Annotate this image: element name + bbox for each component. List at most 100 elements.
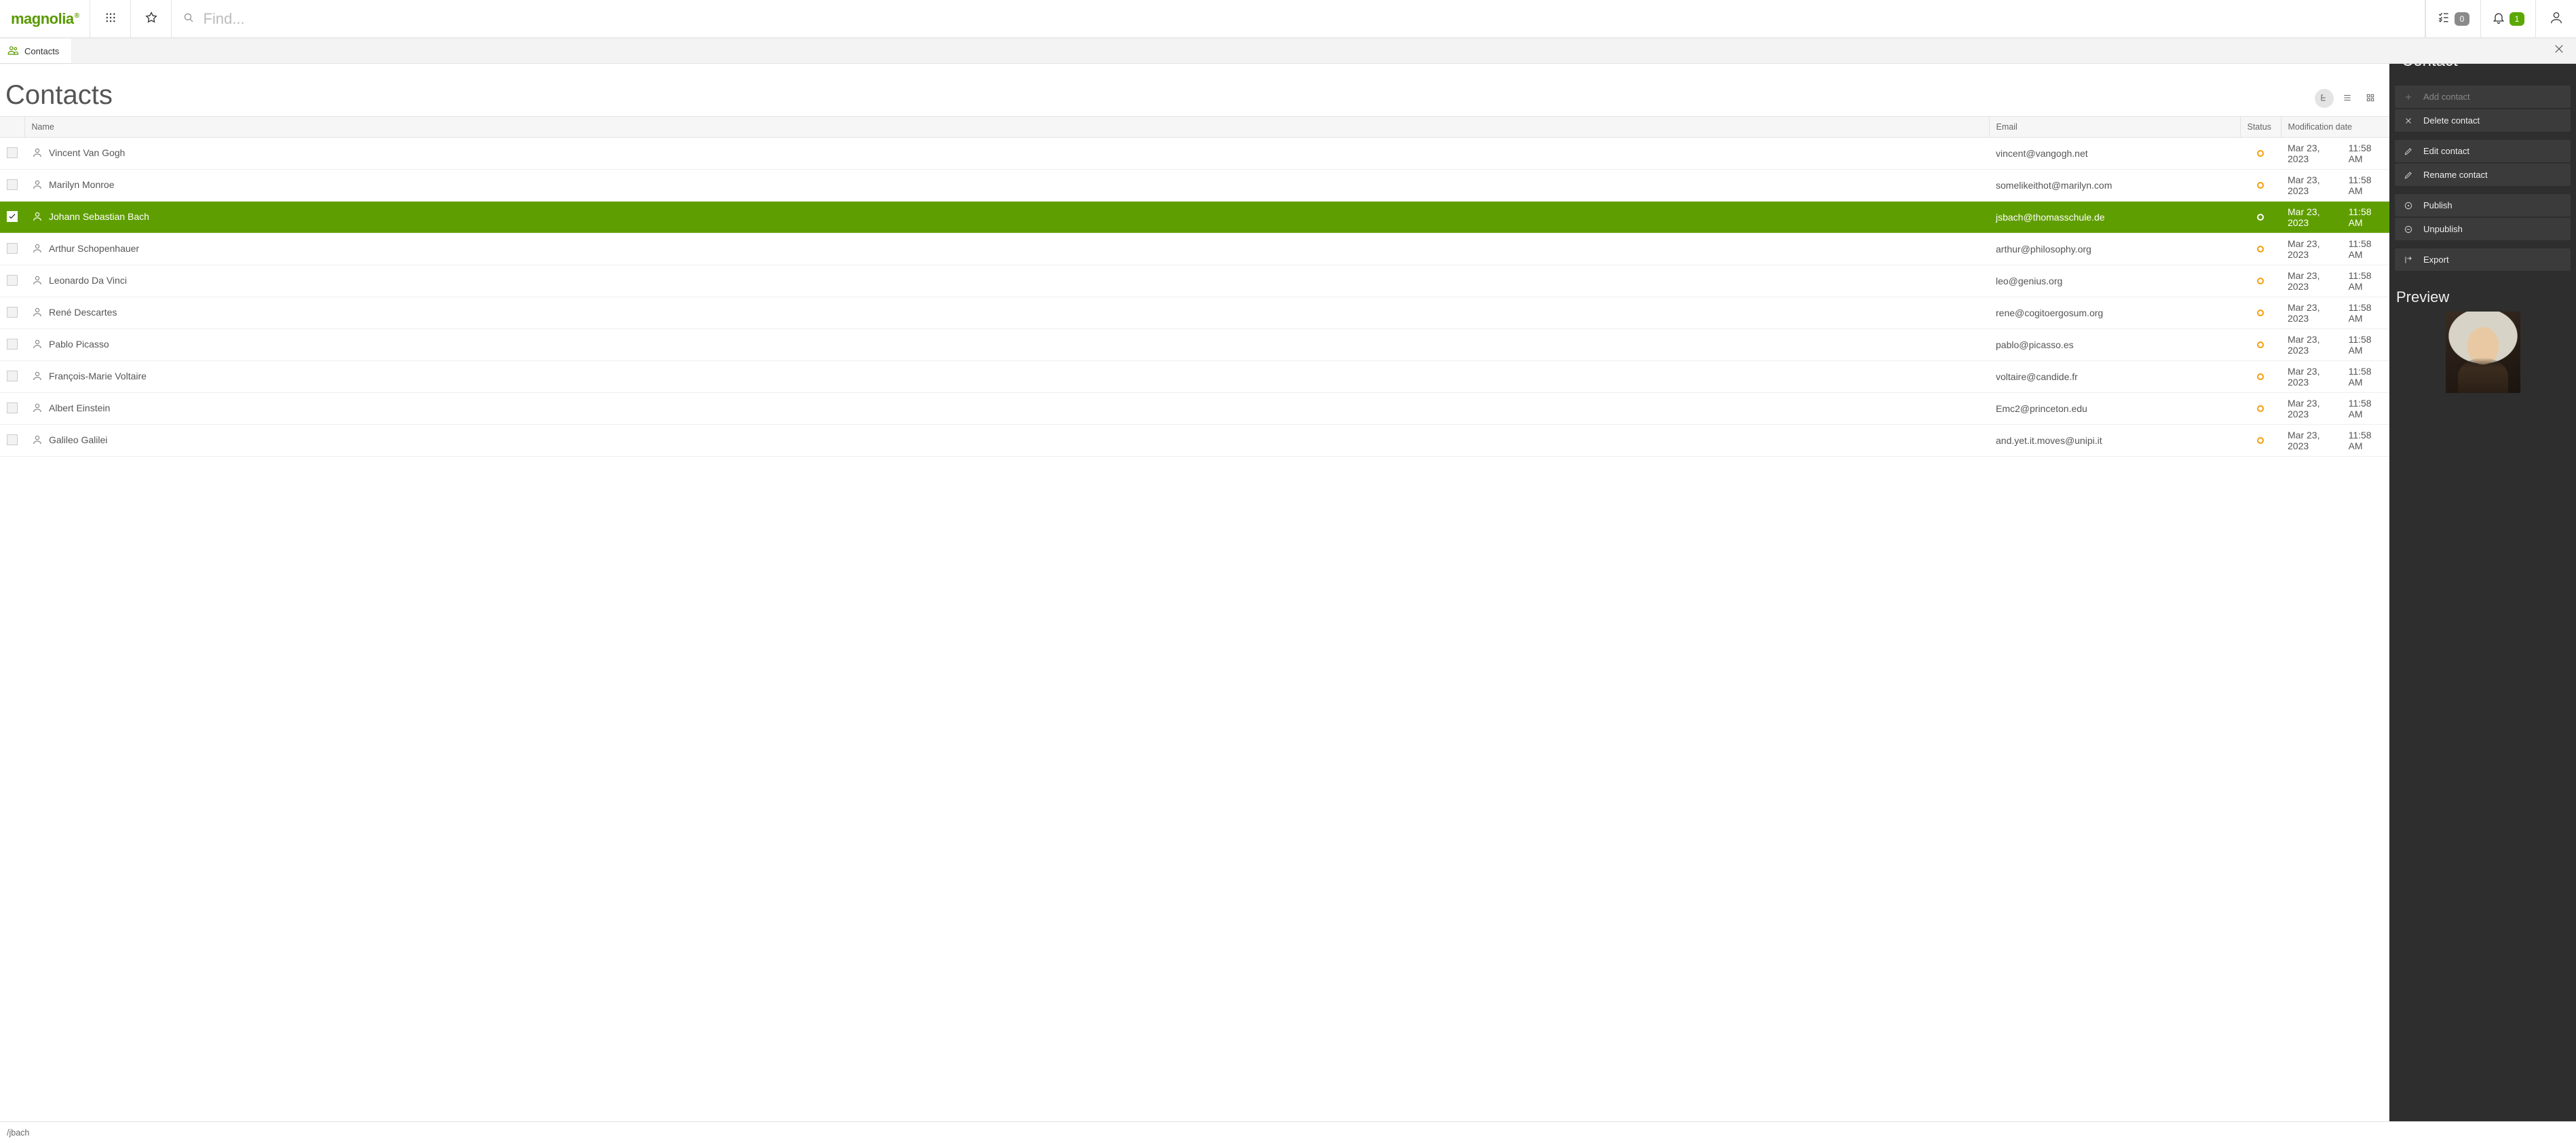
preview-image-wrap (2389, 312, 2576, 402)
row-checkbox[interactable] (7, 179, 18, 190)
contact-email: somelikeithot@marilyn.com (1996, 180, 2112, 191)
row-checkbox[interactable] (7, 307, 18, 318)
search-input[interactable] (202, 10, 2414, 29)
row-checkbox[interactable] (7, 275, 18, 286)
tasks-count-badge: 0 (2455, 12, 2469, 26)
action-rename-contact[interactable]: Rename contact (2395, 164, 2571, 186)
contact-name: Leonardo Da Vinci (49, 275, 127, 286)
column-header-status[interactable]: Status (2240, 117, 2281, 138)
row-checkbox[interactable] (7, 339, 18, 350)
action-label: Rename contact (2423, 170, 2488, 180)
status-bar: /jbach (0, 1121, 2576, 1143)
app-launcher-button[interactable] (90, 0, 131, 37)
person-icon (31, 182, 43, 193)
action-label: Delete contact (2423, 115, 2480, 126)
tasks-icon (2437, 11, 2450, 26)
tab-contacts[interactable]: Contacts (0, 39, 71, 63)
contact-name: Marilyn Monroe (49, 179, 114, 190)
row-checkbox[interactable] (7, 371, 18, 381)
action-label: Edit contact (2423, 146, 2469, 156)
tasks-button[interactable]: 0 (2425, 0, 2480, 37)
main-area: Contacts (0, 64, 2576, 1121)
contact-email: rene@cogitoergosum.org (1996, 307, 2103, 318)
table-row[interactable]: Pablo Picassopablo@picasso.esMar 23, 202… (0, 329, 2389, 361)
row-checkbox[interactable] (7, 402, 18, 413)
search-cell (172, 0, 2425, 37)
modified-time: 11:58 AM (2349, 398, 2383, 419)
person-icon (31, 278, 43, 288)
modified-date: Mar 23, 2023 (2288, 430, 2336, 451)
person-icon (31, 246, 43, 257)
contact-name: Galileo Galilei (49, 434, 107, 445)
favorites-button[interactable] (131, 0, 172, 37)
modified-date: Mar 23, 2023 (2288, 174, 2336, 196)
contact-name: Arthur Schopenhauer (49, 243, 139, 254)
person-icon (31, 310, 43, 320)
modified-date: Mar 23, 2023 (2288, 270, 2336, 292)
status-indicator (2257, 182, 2264, 189)
action-unpublish[interactable]: Unpublish (2395, 218, 2571, 240)
plus-icon (2403, 92, 2414, 102)
top-header: magnolia® 0 1 (0, 0, 2576, 38)
action-label: Unpublish (2423, 224, 2463, 234)
person-icon (31, 214, 43, 225)
person-icon (31, 437, 43, 448)
unpublish-icon (2403, 225, 2414, 234)
column-header-email[interactable]: Email (1989, 117, 2240, 138)
modified-date: Mar 23, 2023 (2288, 206, 2336, 228)
status-indicator (2257, 278, 2264, 284)
app-tab-bar: Contacts (0, 38, 2576, 64)
row-checkbox[interactable] (7, 211, 18, 222)
table-row[interactable]: Vincent Van Goghvincent@vangogh.netMar 2… (0, 138, 2389, 170)
brand-text: magnolia (11, 10, 74, 27)
table-row[interactable]: René Descartes rene@cogitoergosum.org Mar … (0, 297, 2389, 329)
brand-logo[interactable]: magnolia® (0, 0, 90, 37)
table-row[interactable]: Galileo Galileiand.yet.it.moves@unipi.it… (0, 425, 2389, 457)
list-icon (2343, 93, 2352, 105)
action-publish[interactable]: Publish (2395, 194, 2571, 217)
star-icon (145, 11, 158, 26)
modified-date: Mar 23, 2023 (2288, 302, 2336, 324)
status-indicator (2257, 246, 2264, 252)
status-indicator (2257, 405, 2264, 412)
status-indicator (2257, 310, 2264, 316)
contact-email: vincent@vangogh.net (1996, 148, 2088, 159)
column-header-modified[interactable]: Modification date (2281, 117, 2389, 138)
contact-name: Johann Sebastian Bach (49, 211, 149, 222)
contact-name: René Descartes (49, 307, 117, 318)
row-checkbox[interactable] (7, 434, 18, 445)
panel-collapse-button[interactable] (2554, 64, 2564, 67)
actions-panel: Contact Add contact Delete contact (2389, 64, 2576, 1121)
modified-date: Mar 23, 2023 (2288, 366, 2336, 388)
check-icon (7, 212, 17, 221)
contact-email: voltaire@candide.fr (1996, 371, 2078, 382)
content-area: Contacts (0, 64, 2389, 1121)
table-row[interactable]: Marilyn Monroe somelikeithot@marilyn.com M… (0, 170, 2389, 202)
row-checkbox[interactable] (7, 243, 18, 254)
close-app-button[interactable] (2542, 43, 2576, 59)
table-scroll[interactable]: Name Email Status Modification date Vinc… (0, 116, 2389, 1121)
view-list-button[interactable] (2338, 89, 2357, 108)
table-row[interactable]: Arthur Schopenhauer arthur@philosophy.org… (0, 233, 2389, 265)
page-title: Contacts (5, 80, 113, 111)
notifications-button[interactable]: 1 (2480, 0, 2535, 37)
action-edit-contact[interactable]: Edit contact (2395, 140, 2571, 162)
contact-email: arthur@philosophy.org (1996, 244, 2091, 255)
user-menu-button[interactable] (2535, 0, 2576, 37)
action-delete-contact[interactable]: Delete contact (2395, 109, 2571, 132)
contact-email: jsbach@thomasschule.de (1996, 212, 2105, 223)
table-row[interactable]: Johann Sebastian Bach jsbach@thomasschule… (0, 202, 2389, 233)
row-checkbox[interactable] (7, 147, 18, 158)
action-export[interactable]: Export (2395, 248, 2571, 271)
table-row[interactable]: François-Marie Voltairevoltaire@candide.… (0, 361, 2389, 393)
person-icon (31, 373, 43, 384)
table-row[interactable]: Albert EinsteinEmc2@princeton.eduMar 23,… (0, 393, 2389, 425)
notifications-count-badge: 1 (2509, 12, 2524, 26)
apps-grid-icon (105, 12, 117, 26)
modified-time: 11:58 AM (2349, 366, 2383, 388)
table-row[interactable]: Leonardo Da Vincileo@genius.orgMar 23, 2… (0, 265, 2389, 297)
modified-time: 11:58 AM (2349, 143, 2383, 164)
column-header-name[interactable]: Name (24, 117, 1989, 138)
view-grid-button[interactable] (2361, 89, 2380, 108)
view-tree-button[interactable] (2315, 89, 2334, 108)
